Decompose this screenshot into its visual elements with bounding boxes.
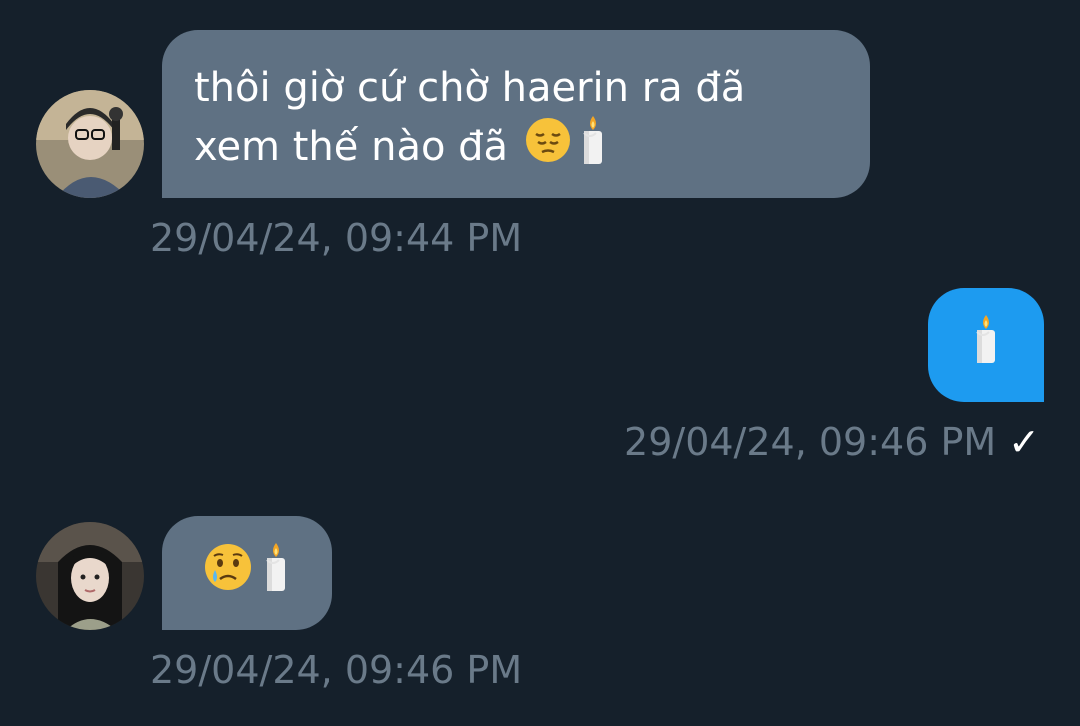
pensive-face-emoji-icon <box>524 116 572 177</box>
message-timestamp: 29/04/24, 09:46 PM <box>624 420 997 464</box>
candle-emoji-icon <box>261 541 291 606</box>
message-bubble-incoming[interactable]: thôi giờ cứ chờ haerin ra đã xem thế nào… <box>162 30 870 198</box>
message-text-line: xem thế nào đã <box>194 123 509 170</box>
message-timestamp: 29/04/24, 09:46 PM <box>150 648 523 692</box>
message-timestamp-outgoing: 29/04/24, 09:46 PM ✓ <box>624 418 1040 466</box>
message-bubble-outgoing[interactable] <box>928 288 1044 402</box>
sent-check-icon: ✓ <box>1008 420 1040 464</box>
message-text-line: thôi giờ cứ chờ haerin ra đã <box>194 65 746 111</box>
candle-emoji-icon <box>971 313 1001 378</box>
chat-thread: thôi giờ cứ chờ haerin ra đã xem thế nào… <box>0 0 1080 726</box>
sender-avatar-2[interactable] <box>36 522 144 630</box>
candle-emoji-icon <box>578 114 608 179</box>
sender-avatar-1[interactable] <box>36 90 144 198</box>
message-bubble-incoming[interactable] <box>162 516 332 630</box>
crying-face-emoji-icon <box>203 542 253 605</box>
message-timestamp: 29/04/24, 09:44 PM <box>150 216 523 260</box>
